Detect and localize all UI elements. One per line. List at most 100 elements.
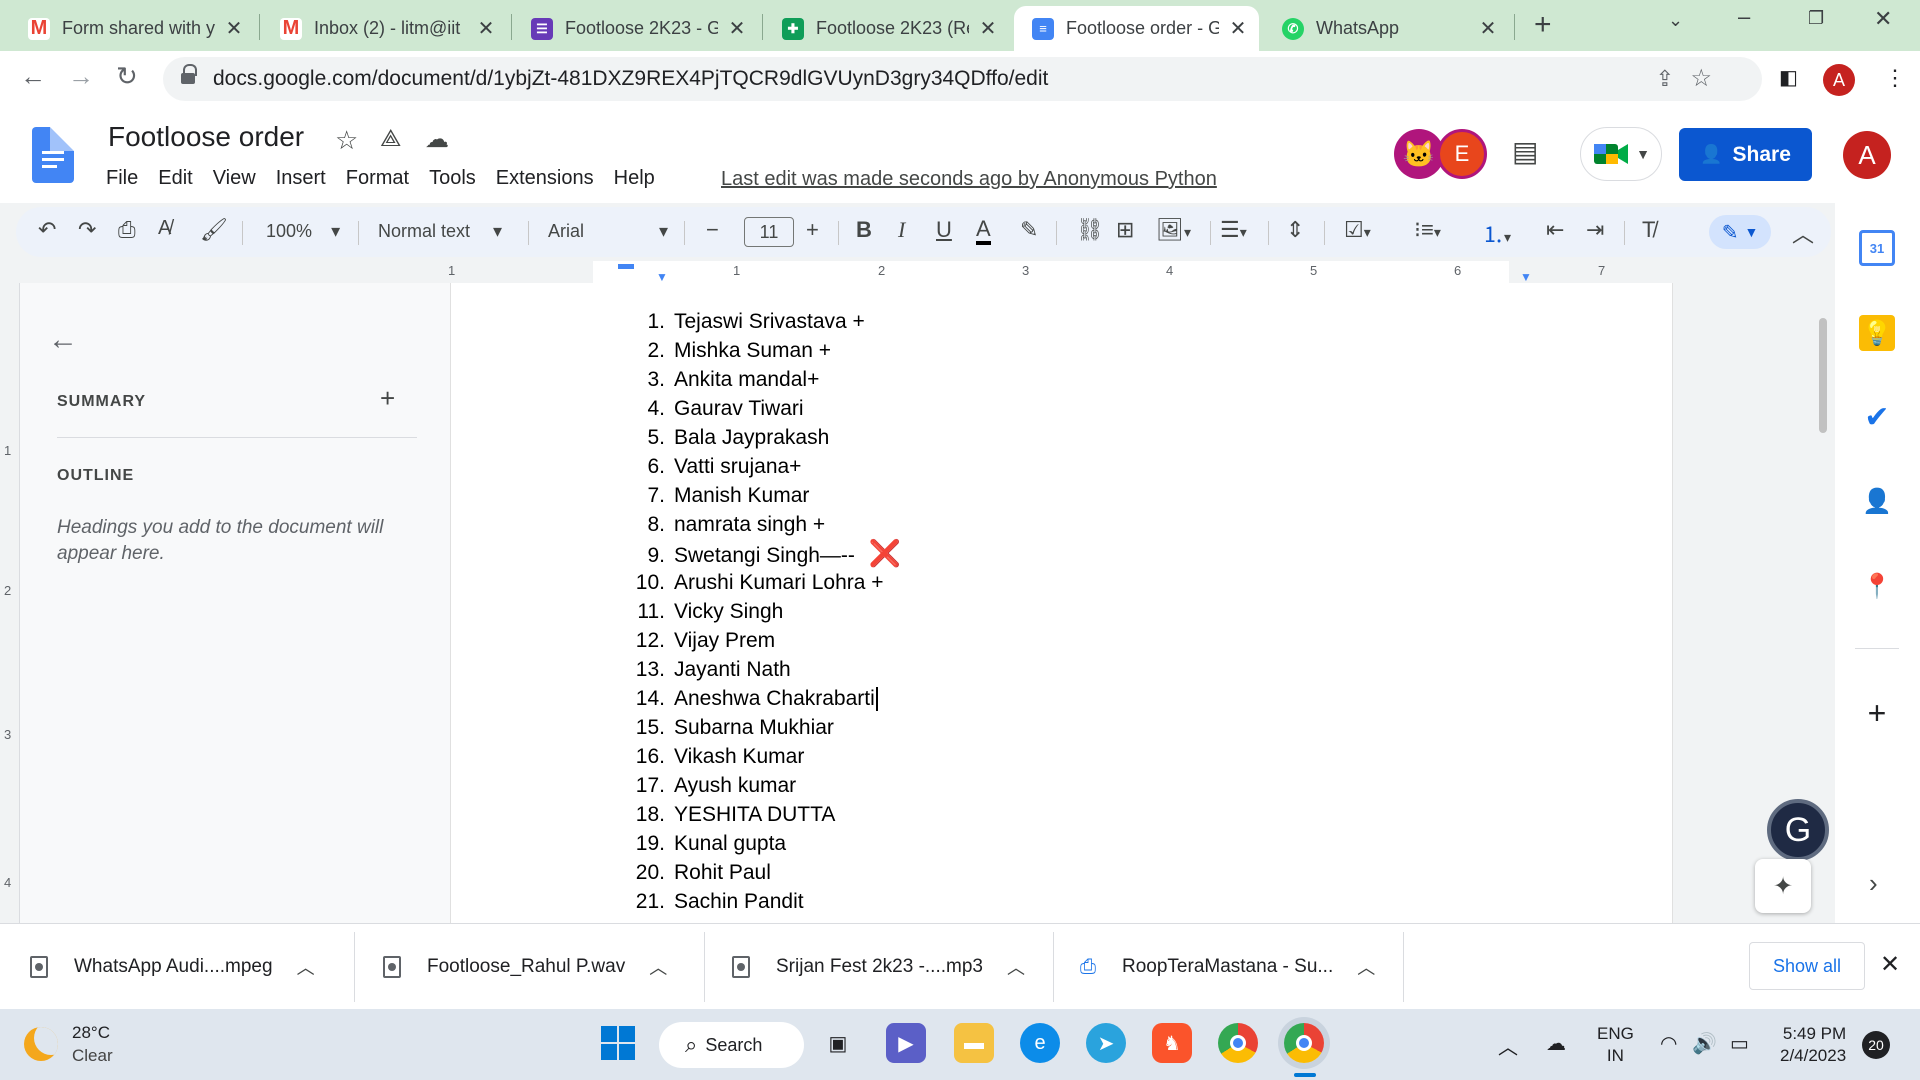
menu-file[interactable]: File bbox=[106, 167, 138, 190]
close-tab-icon[interactable]: ✕ bbox=[977, 16, 999, 41]
cloud-status-icon[interactable]: ☁ bbox=[425, 125, 449, 154]
numbered-list-icon[interactable]: ⒈▾ bbox=[1482, 217, 1511, 249]
editing-mode-button[interactable]: ✎ ▼ bbox=[1709, 215, 1771, 249]
taskbar-search[interactable]: ⌕ Search bbox=[659, 1022, 804, 1068]
list-item[interactable]: 17. Ayush kumar bbox=[629, 771, 901, 800]
decrease-indent-icon[interactable]: ⇤ bbox=[1546, 217, 1564, 243]
reload-icon[interactable]: ↻ bbox=[116, 61, 138, 92]
list-item[interactable]: 4. Gaurav Tiwari bbox=[629, 394, 901, 423]
document-title[interactable]: Footloose order bbox=[108, 121, 304, 153]
redo-icon[interactable]: ↷ bbox=[78, 217, 96, 243]
bulleted-list-icon[interactable]: ⁝≡▾ bbox=[1414, 217, 1441, 243]
chrome-profile-icon[interactable] bbox=[1284, 1023, 1324, 1063]
menu-format[interactable]: Format bbox=[346, 167, 409, 190]
list-item[interactable]: 1. Tejaswi Srivastava + bbox=[629, 307, 901, 336]
font-select[interactable]: Arial ▾ bbox=[548, 221, 668, 242]
checklist-icon[interactable]: ☑▾ bbox=[1344, 217, 1371, 243]
chevron-up-icon[interactable]: ︿ bbox=[1357, 954, 1375, 980]
undo-icon[interactable]: ↶ bbox=[38, 217, 56, 243]
paint-format-icon[interactable]: 🖌 bbox=[200, 217, 228, 243]
list-item[interactable]: 19. Kunal gupta bbox=[629, 829, 901, 858]
browser-tab-gmail-form[interactable]: M Form shared with y ✕ bbox=[10, 6, 255, 51]
list-item[interactable]: 3. Ankita mandal+ bbox=[629, 365, 901, 394]
line-spacing-icon[interactable]: ⇕ bbox=[1286, 217, 1304, 243]
close-tab-icon[interactable]: ✕ bbox=[1227, 16, 1249, 41]
bold-icon[interactable]: B bbox=[856, 217, 872, 243]
get-addons-plus-icon[interactable]: + bbox=[1859, 695, 1895, 731]
document-page[interactable]: 1. Tejaswi Srivastava + 2. Mishka Suman + 3.… bbox=[450, 283, 1673, 923]
telegram-icon[interactable]: ➤ bbox=[1086, 1023, 1126, 1063]
close-window-icon[interactable]: ✕ bbox=[1874, 6, 1892, 32]
bookmark-star-icon[interactable]: ☆ bbox=[1690, 64, 1712, 93]
decrease-font-size-icon[interactable]: − bbox=[706, 217, 719, 243]
menu-extensions[interactable]: Extensions bbox=[496, 167, 594, 190]
restore-window-icon[interactable]: ❐ bbox=[1808, 8, 1824, 29]
menu-tools[interactable]: Tools bbox=[429, 167, 476, 190]
close-tab-icon[interactable]: ✕ bbox=[1477, 16, 1499, 41]
spellcheck-icon[interactable]: A̸ bbox=[158, 217, 171, 240]
google-contacts-icon[interactable]: 👤 bbox=[1859, 483, 1895, 519]
print-icon[interactable]: ⎙ bbox=[118, 217, 136, 243]
align-icon[interactable]: ☰▾ bbox=[1220, 217, 1247, 243]
address-bar[interactable]: docs.google.com/document/d/1ybjZt-481DXZ… bbox=[163, 57, 1762, 101]
zoom-select[interactable]: 100% ▾ bbox=[266, 221, 340, 242]
list-item[interactable]: 21. Sachin Pandit bbox=[629, 887, 901, 916]
list-item[interactable]: 20. Rohit Paul bbox=[629, 858, 901, 887]
browser-tab-inbox[interactable]: M Inbox (2) - litm@iit ✕ bbox=[262, 6, 507, 51]
italic-icon[interactable]: I bbox=[898, 217, 905, 243]
google-calendar-icon[interactable]: 31 bbox=[1859, 230, 1895, 266]
increase-font-size-icon[interactable]: + bbox=[806, 217, 819, 243]
google-maps-icon[interactable]: 📍 bbox=[1859, 568, 1895, 604]
list-item[interactable]: 14. Aneshwa Chakrabarti bbox=[629, 684, 901, 713]
clock[interactable]: 5:49 PM 2/4/2023 bbox=[1780, 1023, 1846, 1067]
text-color-icon[interactable]: A bbox=[976, 217, 991, 245]
chevron-up-icon[interactable]: ︿ bbox=[1007, 954, 1025, 980]
list-item[interactable]: 5. Bala Jayprakash bbox=[629, 423, 901, 452]
new-tab-plus-icon[interactable]: + bbox=[1534, 8, 1552, 42]
menu-insert[interactable]: Insert bbox=[276, 167, 326, 190]
insert-link-icon[interactable]: ⛓ bbox=[1076, 217, 1104, 243]
close-tab-icon[interactable]: ✕ bbox=[726, 16, 748, 41]
list-item[interactable]: 10. Arushi Kumari Lohra + bbox=[629, 568, 901, 597]
google-keep-icon[interactable]: 💡 bbox=[1859, 315, 1895, 351]
google-docs-logo-icon[interactable] bbox=[32, 127, 74, 183]
input-language[interactable]: ENG IN bbox=[1597, 1023, 1634, 1067]
forward-arrow-icon[interactable]: → bbox=[68, 61, 94, 92]
highlight-color-icon[interactable]: ✎ bbox=[1020, 217, 1038, 243]
first-line-indent-marker[interactable] bbox=[618, 264, 634, 269]
list-item[interactable]: 18. YESHITA DUTTA bbox=[629, 800, 901, 829]
show-hidden-icons-chevron-icon[interactable]: ︿ bbox=[1498, 1031, 1518, 1060]
notification-count-badge[interactable]: 20 bbox=[1862, 1031, 1890, 1059]
list-item[interactable]: 16. Vikash Kumar bbox=[629, 742, 901, 771]
document-scrollbar[interactable] bbox=[1819, 318, 1827, 433]
left-indent-marker[interactable]: ▼ bbox=[656, 270, 668, 284]
chevron-up-icon[interactable]: ︿ bbox=[649, 954, 667, 980]
google-tasks-icon[interactable]: ✔ bbox=[1859, 399, 1895, 435]
add-comment-icon[interactable]: ⊞ bbox=[1116, 217, 1134, 243]
list-item[interactable]: 7. Manish Kumar bbox=[629, 481, 901, 510]
teams-chat-icon[interactable]: ▶ bbox=[886, 1023, 926, 1063]
list-item[interactable]: 6. Vatti srujana+ bbox=[629, 452, 901, 481]
edge-browser-icon[interactable]: e bbox=[1020, 1023, 1060, 1063]
browser-tab-sheets[interactable]: ✚ Footloose 2K23 (Re ✕ bbox=[764, 6, 1009, 51]
star-icon[interactable]: ☆ bbox=[335, 125, 358, 156]
explore-sparkle-icon[interactable]: ✦ bbox=[1755, 859, 1811, 913]
right-indent-marker[interactable]: ▼ bbox=[1520, 270, 1532, 284]
weather-widget[interactable]: 28°C Clear bbox=[24, 1021, 113, 1067]
battery-icon[interactable]: ▭ bbox=[1730, 1031, 1749, 1056]
close-tab-icon[interactable]: ✕ bbox=[223, 16, 245, 41]
browser-tab-forms[interactable]: ☰ Footloose 2K23 - G ✕ bbox=[513, 6, 758, 51]
clear-formatting-icon[interactable]: T̸ bbox=[1642, 217, 1655, 243]
download-item[interactable]: WhatsApp Audi....mpeg ︿ bbox=[30, 924, 315, 1010]
chrome-icon[interactable] bbox=[1218, 1023, 1258, 1063]
list-item[interactable]: 13. Jayanti Nath bbox=[629, 655, 901, 684]
menu-view[interactable]: View bbox=[213, 167, 256, 190]
task-view-icon[interactable]: ▣ bbox=[818, 1023, 858, 1063]
close-downloads-icon[interactable]: ✕ bbox=[1880, 950, 1900, 979]
file-explorer-icon[interactable]: ▬ bbox=[954, 1023, 994, 1063]
list-item[interactable]: 12. Vijay Prem bbox=[629, 626, 901, 655]
move-to-drive-icon[interactable]: ⟁ bbox=[380, 125, 401, 153]
meet-button[interactable]: ▼ bbox=[1580, 127, 1662, 181]
account-avatar[interactable]: A bbox=[1843, 131, 1891, 179]
side-panel-icon[interactable]: ◧ bbox=[1779, 65, 1798, 90]
